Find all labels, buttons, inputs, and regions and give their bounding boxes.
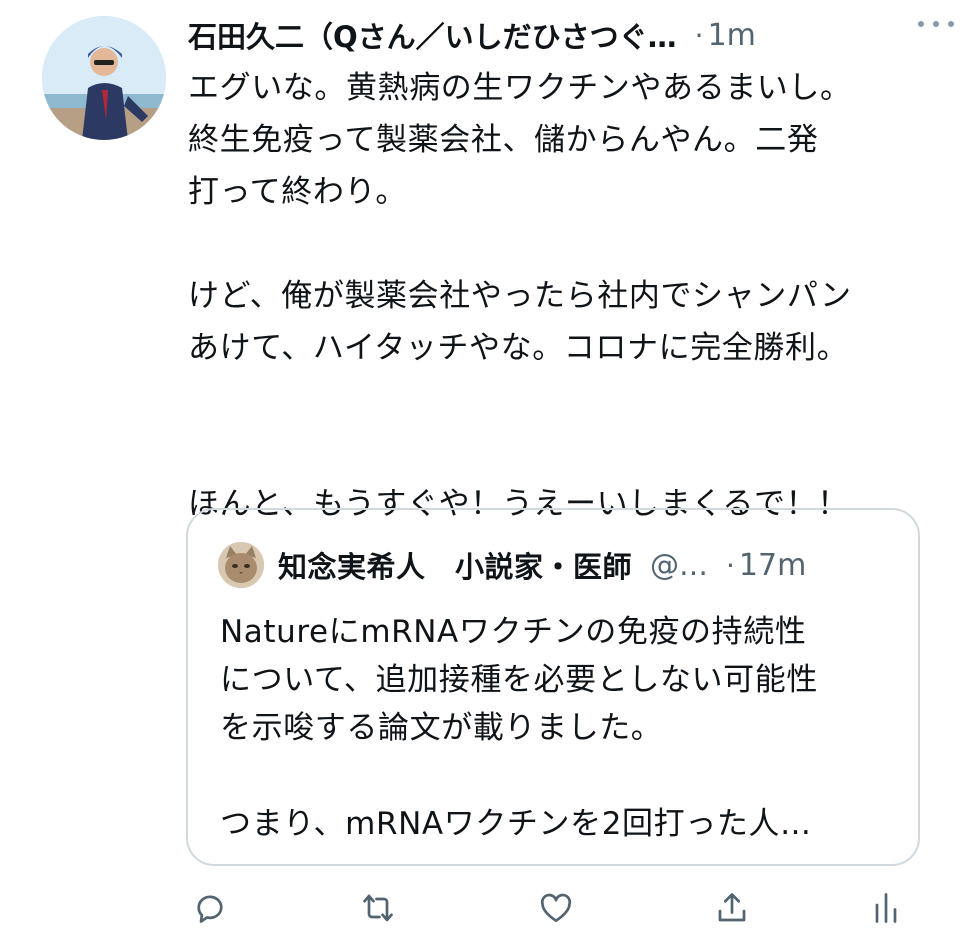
more-dot — [948, 21, 954, 27]
tweet-text-line — [188, 218, 908, 270]
tweet-header: 石田久二（Qさん／いしだひさつぐ… · 1m — [188, 12, 928, 58]
quoted-author-handle: @… — [650, 548, 709, 582]
reply-icon-glyph — [197, 895, 223, 923]
quoted-text-line: について、追加接種を必要としない可能性 — [220, 662, 818, 698]
tweet-text-line: 終生免疫って製薬会社、儲からんやん。二発 — [188, 122, 819, 158]
cat-avatar-photo — [218, 542, 264, 588]
tweet-text-line: けど、俺が製薬会社やったら社内でシャンパン — [188, 278, 852, 314]
quoted-author-avatar — [218, 542, 264, 588]
tweet-text-line: エグいな。黄熱病の生ワクチンやあるまいし。 — [188, 70, 852, 106]
retweet-icon-glyph — [363, 894, 393, 922]
quoted-tweet-text: NatureにmRNAワクチンの免疫の持続性 について、追加接種を必要としない可… — [220, 608, 900, 848]
quoted-tweet-card[interactable]: 知念実希人 小説家・医師 @… · 17m NatureにmRNAワクチンの免疫… — [186, 508, 920, 866]
quoted-text-line — [220, 752, 900, 800]
tweet-time[interactable]: 1m — [708, 18, 756, 53]
quoted-tweet-time: 17m — [738, 547, 807, 583]
analytics-icon[interactable] — [866, 886, 906, 930]
tweet-text-line — [188, 374, 908, 426]
quoted-author-name: 知念実希人 小説家・医師 — [278, 550, 633, 584]
like-heart-icon-glyph — [540, 893, 572, 923]
more-dot — [918, 21, 924, 27]
tweet-text-line: 打って終わり。 — [188, 174, 408, 210]
analytics-icon-glyph — [875, 893, 897, 923]
header-separator: · — [694, 18, 704, 52]
tweet-text-line — [188, 426, 908, 478]
tweet-text-line: あけて、ハイタッチやな。コロナに完全勝利。 — [188, 330, 849, 366]
reply-icon[interactable] — [190, 886, 230, 930]
quoted-text-line: を示唆する論文が載りました。 — [220, 710, 663, 746]
share-icon[interactable] — [712, 886, 752, 930]
quoted-text-line: つまり、mRNAワクチンを2回打った人… — [220, 806, 812, 842]
quoted-tweet-header: 知念実希人 小説家・医師 @… · 17m — [218, 540, 908, 590]
tweet-action-bar — [190, 886, 910, 930]
avatar-photo — [42, 16, 166, 140]
retweet-icon[interactable] — [358, 886, 398, 930]
more-horizontal-icon[interactable] — [918, 14, 954, 34]
more-dot — [933, 21, 939, 27]
tweet-text: エグいな。黄熱病の生ワクチンやあるまいし。 終生免疫って製薬会社、儲からんやん。… — [188, 62, 908, 530]
like-heart-icon[interactable] — [536, 886, 576, 930]
author-avatar[interactable] — [42, 16, 166, 140]
author-name[interactable]: 石田久二（Qさん／いしだひさつぐ… — [188, 14, 677, 56]
quoted-header-separator: · — [726, 548, 735, 582]
share-icon-glyph — [718, 893, 746, 922]
quoted-text-line: NatureにmRNAワクチンの免疫の持続性 — [220, 614, 807, 650]
